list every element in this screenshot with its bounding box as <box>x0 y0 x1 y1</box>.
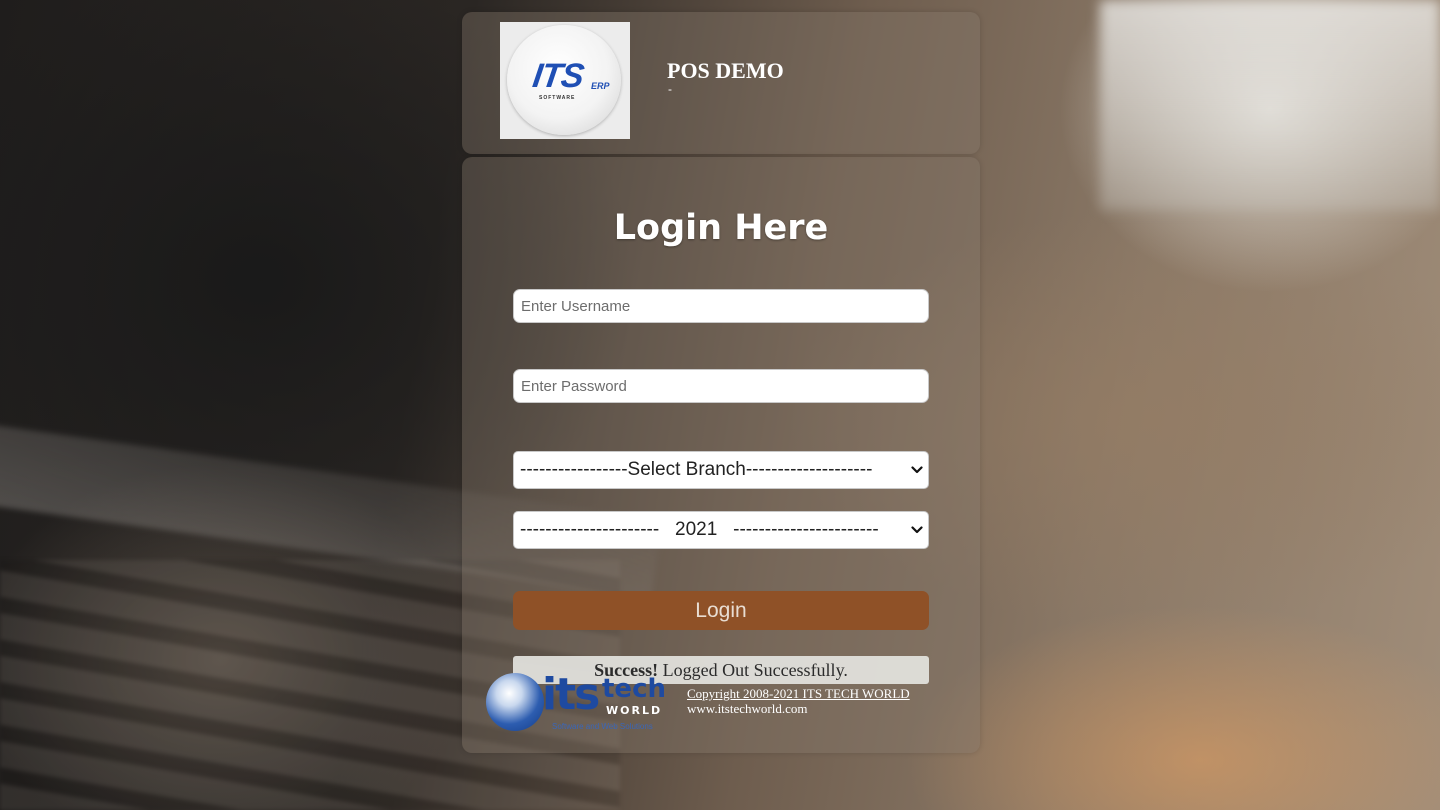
company-subtitle: - <box>668 82 672 96</box>
footer-logo-tech: tech <box>602 674 666 704</box>
branch-select-value: -----------------Select Branch----------… <box>520 459 873 480</box>
username-input[interactable] <box>513 289 929 323</box>
chevron-down-icon <box>911 526 923 534</box>
company-name: POS DEMO <box>667 58 784 83</box>
page-title: Login Here <box>613 208 829 248</box>
website-text: www.itstechworld.com <box>687 701 808 716</box>
alert-message: Logged Out Successfully. <box>658 660 848 680</box>
company-logo: ITS ERP SOFTWARE <box>500 22 630 139</box>
copyright-link[interactable]: Copyright 2008-2021 ITS TECH WORLD <box>687 686 910 701</box>
logo-circle: ITS ERP SOFTWARE <box>507 25 621 135</box>
chevron-down-icon <box>911 466 923 474</box>
footer-logo: its tech WORLD Software and Web Solution… <box>486 671 671 733</box>
password-input[interactable] <box>513 369 929 403</box>
logo-text: ITS <box>530 57 586 95</box>
branch-select[interactable]: -----------------Select Branch----------… <box>513 451 929 489</box>
year-select[interactable]: ---------------------- 2021 ------------… <box>513 511 929 549</box>
logo-tag: SOFTWARE <box>539 95 576 101</box>
footer-logo-its: its <box>542 669 600 720</box>
login-button[interactable]: Login <box>513 591 929 630</box>
footer-logo-world: WORLD <box>606 704 663 717</box>
footer-logo-tagline: Software and Web Solutions <box>552 722 653 731</box>
year-select-value: ---------------------- 2021 ------------… <box>520 519 879 540</box>
footer-logo-circle <box>486 673 544 731</box>
logo-sub: ERP <box>591 81 610 91</box>
background-window <box>1100 0 1440 210</box>
footer-copyright: Copyright 2008-2021 ITS TECH WORLD www.i… <box>687 686 910 716</box>
